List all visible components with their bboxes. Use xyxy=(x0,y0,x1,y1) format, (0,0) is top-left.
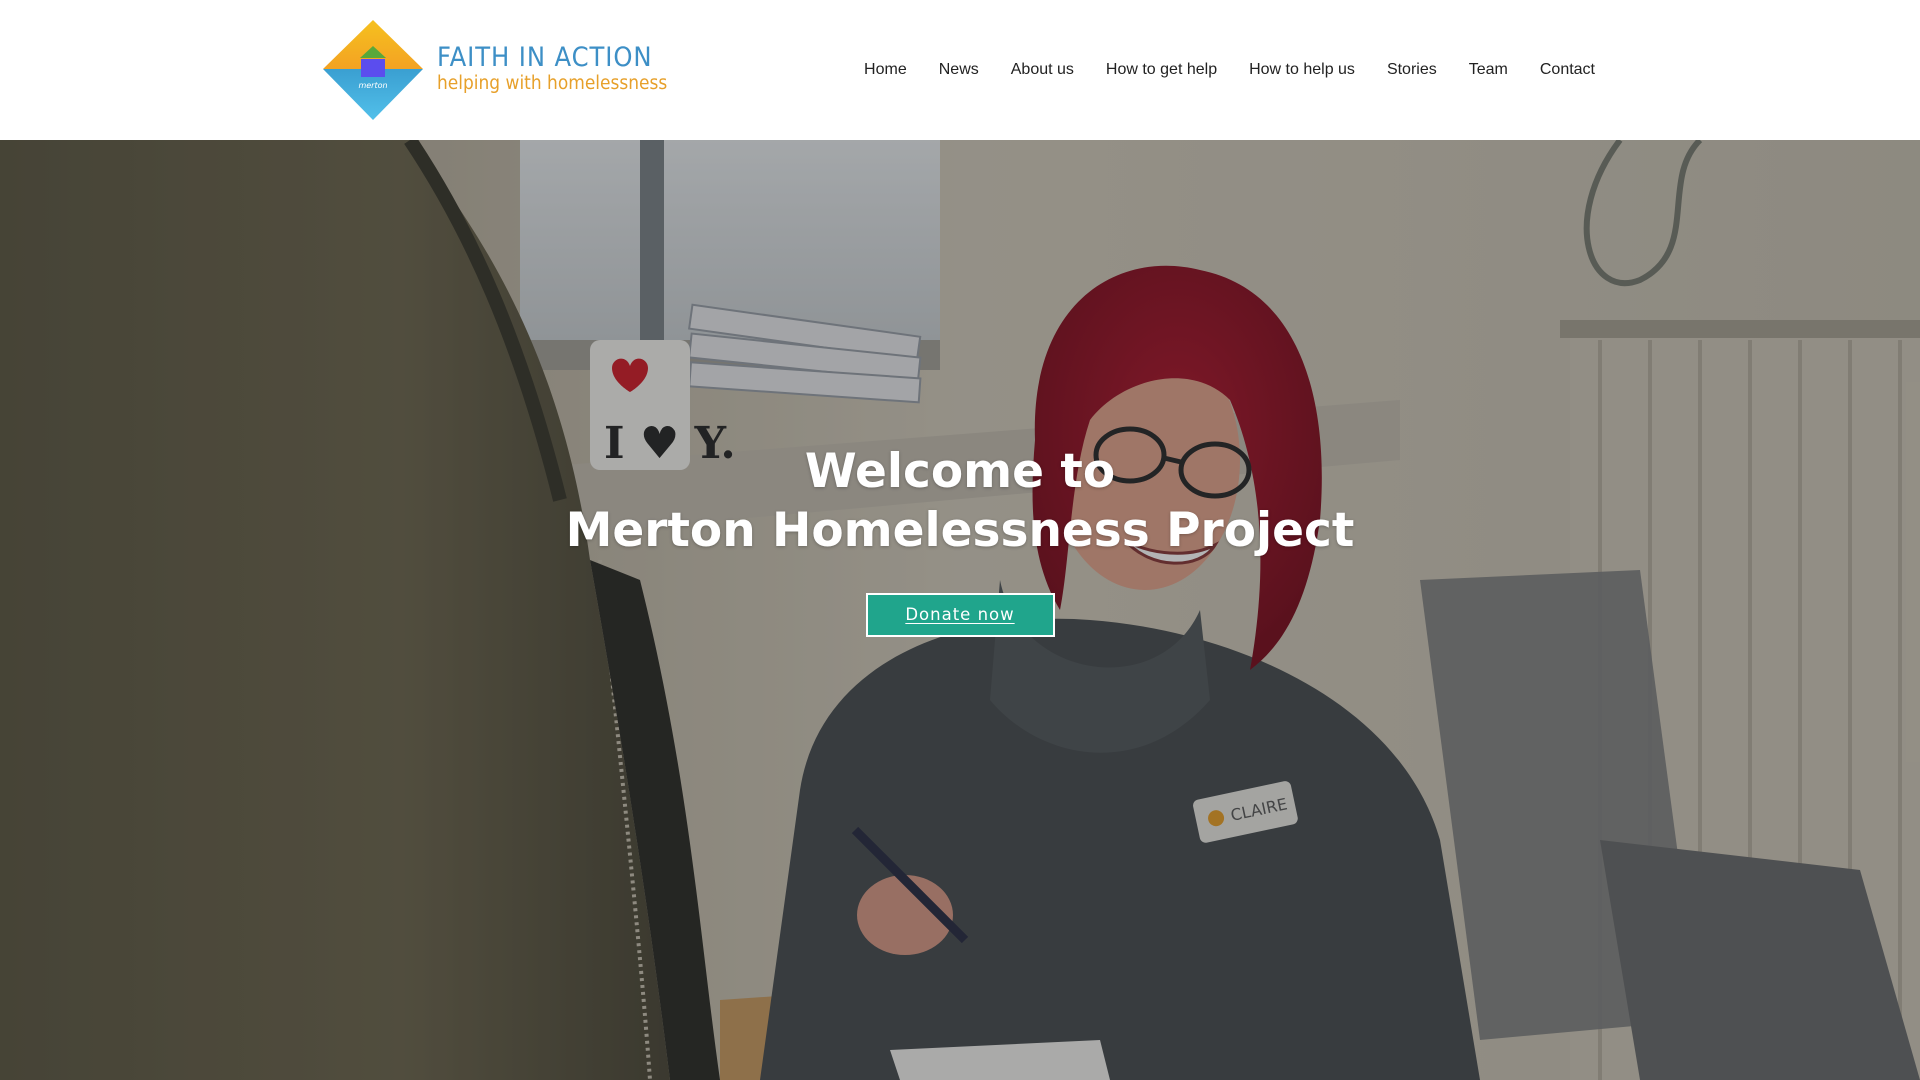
logo-tagline: helping with homelessness xyxy=(437,73,668,94)
donate-now-button[interactable]: Donate now xyxy=(865,593,1055,637)
nav-news[interactable]: News xyxy=(939,61,979,79)
nav-how-to-help-us[interactable]: How to help us xyxy=(1249,61,1355,79)
nav-team[interactable]: Team xyxy=(1469,61,1508,79)
hero-heading: Welcome to Merton Homelessness Project xyxy=(0,442,1920,560)
nav-contact[interactable]: Contact xyxy=(1540,61,1595,79)
hero-heading-line-2: Merton Homelessness Project xyxy=(565,503,1355,558)
hero-heading-line-1: Welcome to xyxy=(804,444,1116,499)
svg-text:merton: merton xyxy=(358,81,387,90)
nav-about-us[interactable]: About us xyxy=(1011,61,1074,79)
nav-how-to-get-help[interactable]: How to get help xyxy=(1106,61,1217,79)
faith-in-action-logo-icon: merton xyxy=(323,20,423,120)
hero-banner: I ♥ Y. CLAIRE Welcome to Merton Homeless… xyxy=(0,140,1920,1080)
hero-content: Welcome to Merton Homelessness Project D… xyxy=(0,442,1920,637)
logo-title: FAITH IN ACTION xyxy=(437,42,653,73)
nav-home[interactable]: Home xyxy=(864,61,907,79)
site-header: merton FAITH IN ACTION helping with home… xyxy=(0,0,1920,140)
main-navigation: Home News About us How to get help How t… xyxy=(832,0,1595,140)
site-logo-link[interactable]: merton FAITH IN ACTION helping with home… xyxy=(323,20,673,120)
nav-stories[interactable]: Stories xyxy=(1387,61,1437,79)
